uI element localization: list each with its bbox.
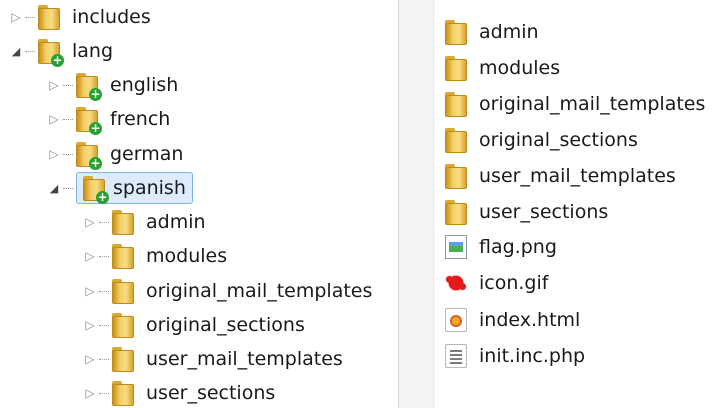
folder-icon — [445, 163, 467, 189]
file-name: admin — [479, 21, 539, 43]
expand-arrow-icon[interactable]: ▷ — [84, 386, 96, 400]
tree-item-label: english — [110, 74, 179, 96]
file-name: original_mail_templates — [479, 93, 706, 115]
html-file-icon — [445, 308, 467, 332]
folder-icon — [112, 243, 134, 269]
file-name: index.html — [479, 309, 581, 331]
expand-arrow-icon[interactable]: ▷ — [84, 352, 96, 366]
tree-item-modules[interactable]: ▷ modules — [84, 239, 231, 273]
expand-arrow-icon[interactable]: ▷ — [48, 78, 60, 92]
expand-arrow-icon[interactable]: ▷ — [48, 112, 60, 126]
folder-plus-icon: + — [76, 141, 102, 170]
folder-icon — [445, 199, 467, 225]
tree-connector — [25, 50, 35, 52]
tree-item-french[interactable]: ▷ + french — [48, 102, 174, 136]
file-name: flag.png — [479, 236, 557, 258]
tree-connector — [63, 84, 73, 86]
folder-icon — [445, 127, 467, 153]
folder-tree-pane: ▷ includes ◢ + lang ▷ + english ▷ + fren… — [0, 0, 398, 408]
tree-item-user-mail-templates[interactable]: ▷ user_mail_templates — [84, 342, 347, 376]
expand-arrow-icon[interactable]: ▷ — [10, 10, 22, 24]
tree-connector — [99, 324, 109, 326]
tree-connector — [99, 221, 109, 223]
tree-item-label: admin — [146, 211, 206, 233]
tree-item-label: french — [110, 108, 171, 130]
file-list-item[interactable]: init.inc.php — [445, 339, 589, 373]
expand-arrow-icon[interactable]: ▷ — [84, 249, 96, 263]
tree-item-label: lang — [72, 40, 114, 62]
tree-item-label: modules — [146, 245, 228, 267]
tree-item-label: german — [110, 143, 184, 165]
tree-connector — [25, 16, 35, 18]
folder-icon — [112, 346, 134, 372]
expand-arrow-icon[interactable]: ▷ — [48, 147, 60, 161]
file-name: icon.gif — [479, 272, 549, 294]
file-name: modules — [479, 57, 561, 79]
file-name: user_sections — [479, 201, 609, 223]
folder-icon — [38, 4, 60, 30]
collapse-arrow-icon[interactable]: ◢ — [48, 182, 60, 195]
tree-connector — [63, 187, 73, 189]
tree-connector — [99, 392, 109, 394]
folder-plus-icon: + — [38, 38, 64, 67]
gif-image-icon — [445, 271, 467, 295]
tree-item-label: user_sections — [146, 382, 276, 404]
folder-plus-icon: + — [76, 106, 102, 135]
tree-item-label: original_sections — [146, 314, 305, 336]
folder-icon — [112, 380, 134, 406]
expand-arrow-icon[interactable]: ▷ — [84, 318, 96, 332]
file-list-item[interactable]: original_mail_templates — [445, 87, 709, 121]
folder-icon — [112, 209, 134, 235]
tree-connector — [63, 118, 73, 120]
file-list-item[interactable]: icon.gif — [445, 266, 552, 300]
tree-connector — [63, 153, 73, 155]
tree-item-includes[interactable]: ▷ includes — [10, 0, 155, 34]
folder-icon — [445, 55, 467, 81]
tree-item-spanish[interactable]: ◢ + spanish — [48, 171, 193, 205]
expand-arrow-icon[interactable]: ▷ — [84, 284, 96, 298]
tree-item-german[interactable]: ▷ + german — [48, 137, 187, 171]
file-list-item[interactable]: original_sections — [445, 123, 642, 157]
file-list-item[interactable]: user_mail_templates — [445, 159, 680, 193]
folder-icon — [445, 91, 467, 117]
file-name: init.inc.php — [479, 345, 586, 367]
tree-item-label: original_mail_templates — [146, 280, 373, 302]
tree-item-english[interactable]: ▷ + english — [48, 68, 182, 102]
selection-highlight[interactable]: + spanish — [76, 172, 193, 204]
folder-icon — [112, 312, 134, 338]
file-list-item[interactable]: modules — [445, 51, 564, 85]
file-list-item[interactable]: admin — [445, 15, 543, 49]
file-list-item[interactable]: flag.png — [445, 230, 561, 264]
file-list-pane: admin modules original_mail_templates or… — [435, 0, 720, 408]
tree-item-user-sections[interactable]: ▷ user_sections — [84, 376, 279, 408]
tree-connector — [99, 255, 109, 257]
tree-connector — [99, 290, 109, 292]
pane-splitter[interactable] — [398, 0, 436, 408]
expand-arrow-icon[interactable]: ▷ — [84, 215, 96, 229]
file-name: original_sections — [479, 129, 638, 151]
tree-item-admin[interactable]: ▷ admin — [84, 205, 210, 239]
php-file-icon — [445, 344, 467, 368]
png-image-icon — [445, 235, 467, 259]
tree-item-lang[interactable]: ◢ + lang — [10, 34, 117, 68]
folder-icon — [445, 19, 467, 45]
tree-item-label: includes — [72, 6, 151, 28]
tree-item-label: spanish — [113, 177, 186, 199]
tree-item-original-sections[interactable]: ▷ original_sections — [84, 308, 309, 342]
file-list-item[interactable]: user_sections — [445, 195, 612, 229]
folder-plus-icon: + — [76, 72, 102, 101]
file-list-item[interactable]: index.html — [445, 303, 584, 337]
folder-plus-icon: + — [83, 175, 109, 204]
tree-item-original-mail-templates[interactable]: ▷ original_mail_templates — [84, 274, 376, 308]
collapse-arrow-icon[interactable]: ◢ — [10, 45, 22, 58]
folder-icon — [112, 278, 134, 304]
tree-item-label: user_mail_templates — [146, 348, 343, 370]
file-name: user_mail_templates — [479, 165, 676, 187]
tree-connector — [99, 358, 109, 360]
